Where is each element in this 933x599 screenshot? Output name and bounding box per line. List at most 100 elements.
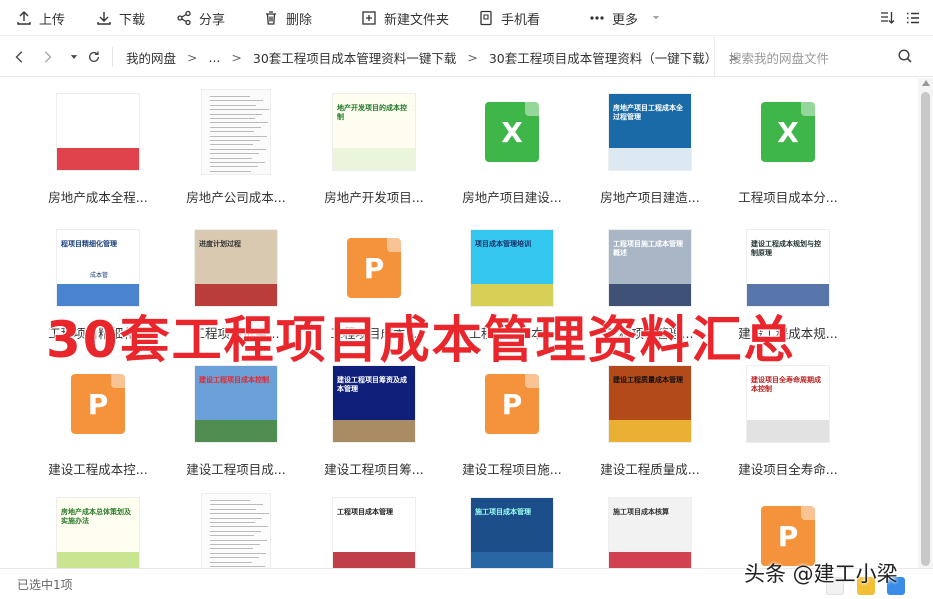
- preview-title: 地产开发项目的成本控制: [337, 104, 407, 121]
- search-icon[interactable]: [897, 48, 913, 64]
- preview-title: 建设项目全寿命周期成本控制: [751, 376, 821, 393]
- excel-file-icon: X: [485, 102, 539, 162]
- file-item[interactable]: 建设工程质量成本管理 建设工程质量成...: [585, 356, 715, 486]
- file-name: 房地产公司成本...: [186, 190, 286, 205]
- file-item[interactable]: X 房地产项目建设...: [447, 84, 577, 214]
- search-box[interactable]: 搜索我的网盘文件: [714, 37, 933, 77]
- document-preview: 建设项目全寿命周期成本控制: [746, 365, 830, 443]
- phone-view-button[interactable]: 手机看: [478, 0, 540, 36]
- preview-title: 施工项目成本核算: [613, 508, 669, 516]
- file-item[interactable]: 房地产公司成本...: [171, 84, 301, 214]
- document-preview: 程项目精细化管理成本管: [56, 229, 140, 307]
- more-button[interactable]: 更多: [589, 0, 661, 36]
- file-item[interactable]: P: [723, 488, 853, 568]
- breadcrumb-separator: >: [467, 49, 478, 65]
- document-preview: 房地产成本全程精细化管控体系实战解析 2017年6月28日: [56, 93, 140, 171]
- breadcrumb-separator: >: [187, 49, 198, 65]
- address-bar: 我的网盘 > ... > 30套工程项目成本管理资料一键下载 > 30套工程项目…: [0, 37, 933, 77]
- scrollbar[interactable]: [918, 78, 933, 568]
- new-folder-button[interactable]: 新建文件夹: [361, 0, 449, 36]
- file-item[interactable]: P 建设工程成本控...: [33, 356, 163, 486]
- file-thumbnail: 房地产项目工程成本全过程管理: [585, 84, 715, 180]
- chevron-left-icon: [15, 51, 23, 63]
- forward-button[interactable]: [37, 47, 57, 67]
- document-preview: 施工项目成本核算: [608, 497, 692, 568]
- file-thumbnail: X: [447, 84, 577, 180]
- share-label: 分享: [199, 12, 226, 28]
- breadcrumb-item[interactable]: 30套工程项目成本管理资料一键下载: [245, 48, 464, 67]
- document-preview: 项目成本管理培训: [470, 229, 554, 307]
- document-preview: 房地产项目工程成本全过程管理: [608, 93, 692, 171]
- file-item[interactable]: X 工程项目成本分...: [723, 84, 853, 214]
- file-item[interactable]: 施工项目成本管理: [447, 488, 577, 568]
- download-icon: [97, 12, 111, 25]
- file-name: 房地产项目建设...: [462, 190, 562, 205]
- preview-title: 房地产项目工程成本全过程管理: [613, 104, 683, 121]
- file-item[interactable]: [171, 488, 301, 568]
- document-preview: 建设工程成本规划与控制原理: [746, 229, 830, 307]
- file-thumbnail: [171, 488, 301, 568]
- preview-subtitle: 2017年6月28日: [76, 136, 122, 143]
- file-item[interactable]: 房地产成本全程精细化管控体系实战解析 2017年6月28日房地产成本全程...: [33, 84, 163, 214]
- sort-button[interactable]: [877, 8, 897, 28]
- file-item[interactable]: 房地产项目工程成本全过程管理 房地产项目建造...: [585, 84, 715, 214]
- ppt-file-icon: P: [485, 374, 539, 434]
- preview-title: 施工项目成本管理: [475, 508, 531, 516]
- share-button[interactable]: 分享: [176, 0, 225, 36]
- preview-title: 程项目精细化管理: [61, 240, 117, 248]
- document-preview: 建设工程项目筹资及成本管理: [332, 365, 416, 443]
- preview-subtitle: 成本管: [89, 272, 108, 279]
- list-view-button[interactable]: [903, 8, 923, 28]
- breadcrumb-separator: >: [231, 49, 242, 65]
- scrollbar-thumb[interactable]: [921, 92, 930, 566]
- document-preview: 房地产成本总体策划及实施办法: [56, 497, 140, 568]
- preview-band: [57, 552, 139, 568]
- file-thumbnail: 房地产成本全程精细化管控体系实战解析 2017年6月28日: [33, 84, 163, 180]
- preview-band: [747, 420, 829, 442]
- document-preview: 工程项目施工成本管理概述: [608, 229, 692, 307]
- file-thumbnail: [171, 84, 301, 180]
- delete-button[interactable]: 删除: [263, 0, 312, 36]
- preview-title: 进度计划过程: [199, 240, 241, 248]
- file-name: 建设项目全寿命...: [738, 462, 838, 477]
- breadcrumb-item[interactable]: ...: [201, 50, 229, 65]
- back-button[interactable]: [10, 47, 30, 67]
- new-folder-icon: [362, 11, 376, 25]
- file-thumbnail: 施工项目成本核算: [585, 488, 715, 568]
- document-preview: [201, 89, 271, 175]
- file-item[interactable]: 房地产成本总体策划及实施办法: [33, 488, 163, 568]
- file-item[interactable]: 地产开发项目的成本控制 房地产开发项目...: [309, 84, 439, 214]
- preview-title: 工程项目成本管理: [337, 508, 393, 516]
- file-name: 建设工程项目成...: [186, 462, 286, 477]
- file-item[interactable]: 工程项目成本管理: [309, 488, 439, 568]
- overlay-title: 30套工程项目成本管理资料汇总: [45, 310, 796, 370]
- upload-label: 上传: [39, 12, 66, 28]
- file-item[interactable]: 建设项目全寿命周期成本控制建设项目全寿命...: [723, 356, 853, 486]
- document-preview: 施工项目成本管理: [470, 497, 554, 568]
- file-thumbnail: 地产开发项目的成本控制: [309, 84, 439, 180]
- file-item[interactable]: 建设工程项目成本控制 建设工程项目成...: [171, 356, 301, 486]
- selection-status: 已选中1项: [17, 577, 73, 592]
- document-preview: 建设工程质量成本管理: [608, 365, 692, 443]
- sort-icon: [881, 12, 895, 24]
- trash-icon: [266, 11, 276, 25]
- download-button[interactable]: 下载: [96, 0, 145, 36]
- file-item[interactable]: P 建设工程项目施...: [447, 356, 577, 486]
- file-name: 建设工程成本控...: [48, 462, 148, 477]
- file-name: 房地产成本全程...: [48, 190, 148, 205]
- watermark: 头条 @建工小梁: [744, 562, 898, 586]
- breadcrumb-item[interactable]: 我的网盘: [118, 48, 184, 67]
- scroll-up-icon[interactable]: [922, 80, 930, 86]
- ppt-file-icon: P: [71, 374, 125, 434]
- file-item[interactable]: 建设工程项目筹资及成本管理 建设工程项目筹...: [309, 356, 439, 486]
- history-dropdown[interactable]: [64, 47, 84, 67]
- refresh-button[interactable]: [84, 47, 104, 67]
- preview-title: 建设工程成本规划与控制原理: [751, 240, 821, 257]
- file-thumbnail: X: [723, 84, 853, 180]
- upload-button[interactable]: 上传: [16, 0, 65, 36]
- file-thumbnail: P: [723, 488, 853, 568]
- file-item[interactable]: 施工项目成本核算: [585, 488, 715, 568]
- preview-title: 建设工程质量成本管理: [613, 376, 683, 384]
- search-input[interactable]: 搜索我的网盘文件: [729, 48, 829, 67]
- breadcrumb-item[interactable]: 30套工程项目成本管理资料（一键下载）: [481, 48, 725, 67]
